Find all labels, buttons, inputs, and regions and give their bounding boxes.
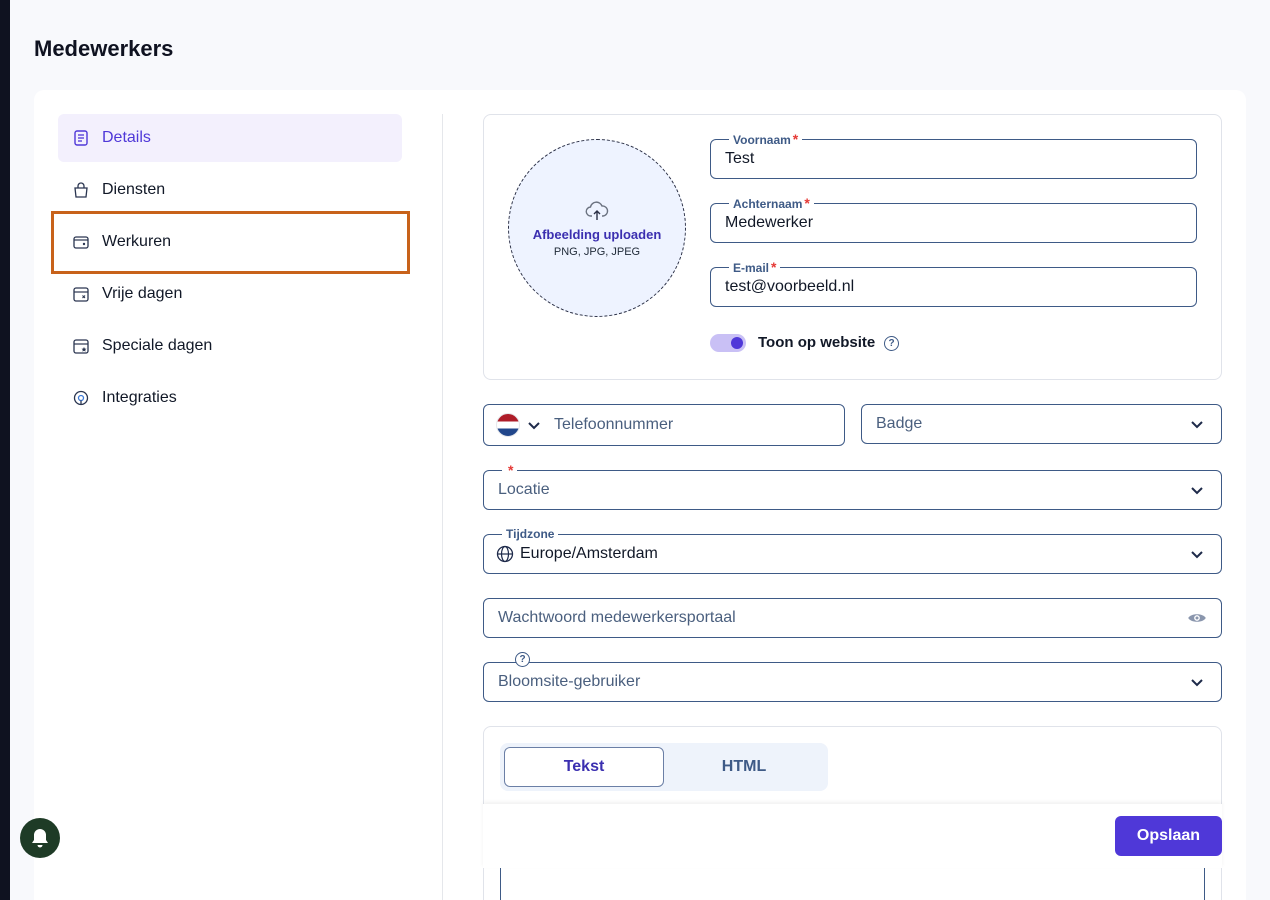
sidebar-item-label: Vrije dagen (102, 285, 183, 302)
last-name-label: Achternaam * (729, 195, 814, 212)
chevron-down-icon (1191, 421, 1203, 429)
tab-html[interactable]: HTML (664, 747, 824, 787)
badge-select[interactable]: Badge (861, 404, 1222, 444)
editor-textarea[interactable] (500, 868, 1205, 900)
first-name-field[interactable]: Voornaam * Test (710, 131, 1197, 179)
last-name-field[interactable]: Achternaam * Medewerker (710, 195, 1197, 243)
phone-field[interactable]: Telefoonnummer (483, 404, 845, 446)
netherlands-flag-icon[interactable] (496, 413, 520, 437)
sidebar-item-integraties[interactable]: Integraties (58, 374, 402, 422)
upload-title: Afbeelding uploaden (532, 226, 662, 242)
sidebar-item-label: Werkuren (102, 233, 172, 250)
timezone-select[interactable]: Tijdzone Europe/Amsterdam (483, 526, 1222, 574)
sidebar-item-label: Speciale dagen (102, 337, 213, 354)
email-value: test@voorbeeld.nl (725, 278, 855, 295)
globe-icon (496, 545, 514, 563)
bag-icon (74, 182, 88, 198)
show-on-website-toggle[interactable] (710, 334, 746, 352)
password-placeholder: Wachtwoord medewerkersportaal (498, 609, 736, 626)
calendar-x-icon (73, 287, 89, 302)
toggle-knob (731, 337, 743, 349)
bell-icon (32, 829, 48, 848)
sidebar-item-werkuren[interactable]: Werkuren (58, 218, 402, 266)
help-icon[interactable]: ? (884, 336, 899, 351)
sidebar-divider (442, 114, 443, 900)
tab-tekst[interactable]: Tekst (504, 747, 664, 787)
badge-placeholder: Badge (876, 415, 923, 432)
email-field[interactable]: E-mail * test@voorbeeld.nl (710, 259, 1197, 307)
document-icon (74, 130, 88, 146)
show-on-website-label: Toon op website (758, 334, 876, 351)
sidebar-item-label: Integraties (102, 389, 177, 406)
wallet-icon (73, 236, 89, 249)
sidebar-item-label: Details (102, 129, 151, 146)
first-name-label: Voornaam * (729, 131, 803, 148)
image-upload-dropzone[interactable]: Afbeelding uploaden PNG, JPG, JPEG (508, 139, 686, 317)
sidebar-item-speciale-dagen[interactable]: Speciale dagen (58, 322, 402, 370)
email-label: E-mail * (729, 259, 781, 276)
chevron-down-icon[interactable] (526, 417, 542, 433)
location-required-label: * (502, 462, 518, 479)
page-title: Medewerkers (34, 36, 174, 61)
sticky-footer (483, 804, 1222, 868)
chevron-down-icon (1191, 487, 1203, 495)
portal-password-field[interactable]: Wachtwoord medewerkersportaal (483, 598, 1222, 638)
sidebar-item-label: Diensten (102, 181, 166, 198)
chevron-down-icon (1191, 679, 1203, 687)
location-select[interactable]: * Locatie (483, 462, 1222, 510)
location-placeholder: Locatie (498, 481, 550, 498)
cloud-upload-icon (585, 200, 609, 220)
eye-icon[interactable] (1187, 608, 1207, 628)
app-left-edge (0, 0, 10, 900)
sidebar-item-diensten[interactable]: Diensten (58, 166, 402, 214)
upload-formats: PNG, JPG, JPEG (553, 245, 641, 258)
chevron-down-icon (1191, 551, 1203, 559)
phone-placeholder: Telefoonnummer (554, 416, 674, 433)
sidebar-item-vrije-dagen[interactable]: Vrije dagen (58, 270, 402, 318)
first-name-value: Test (725, 150, 755, 167)
calendar-star-icon (73, 339, 89, 354)
help-icon[interactable]: ? (515, 652, 530, 667)
timezone-value: Europe/Amsterdam (520, 545, 658, 562)
timezone-label: Tijdzone (502, 526, 559, 542)
bloomsite-user-placeholder: Bloomsite-gebruiker (498, 673, 641, 690)
bloomsite-user-select[interactable]: Bloomsite-gebruiker (483, 662, 1222, 702)
notifications-button[interactable] (20, 818, 60, 858)
editor-mode-tabs: Tekst HTML (500, 743, 828, 791)
save-button[interactable]: Opslaan (1115, 816, 1222, 856)
integration-icon (73, 390, 89, 406)
last-name-value: Medewerker (725, 214, 814, 231)
sidebar-item-details[interactable]: Details (58, 114, 402, 162)
